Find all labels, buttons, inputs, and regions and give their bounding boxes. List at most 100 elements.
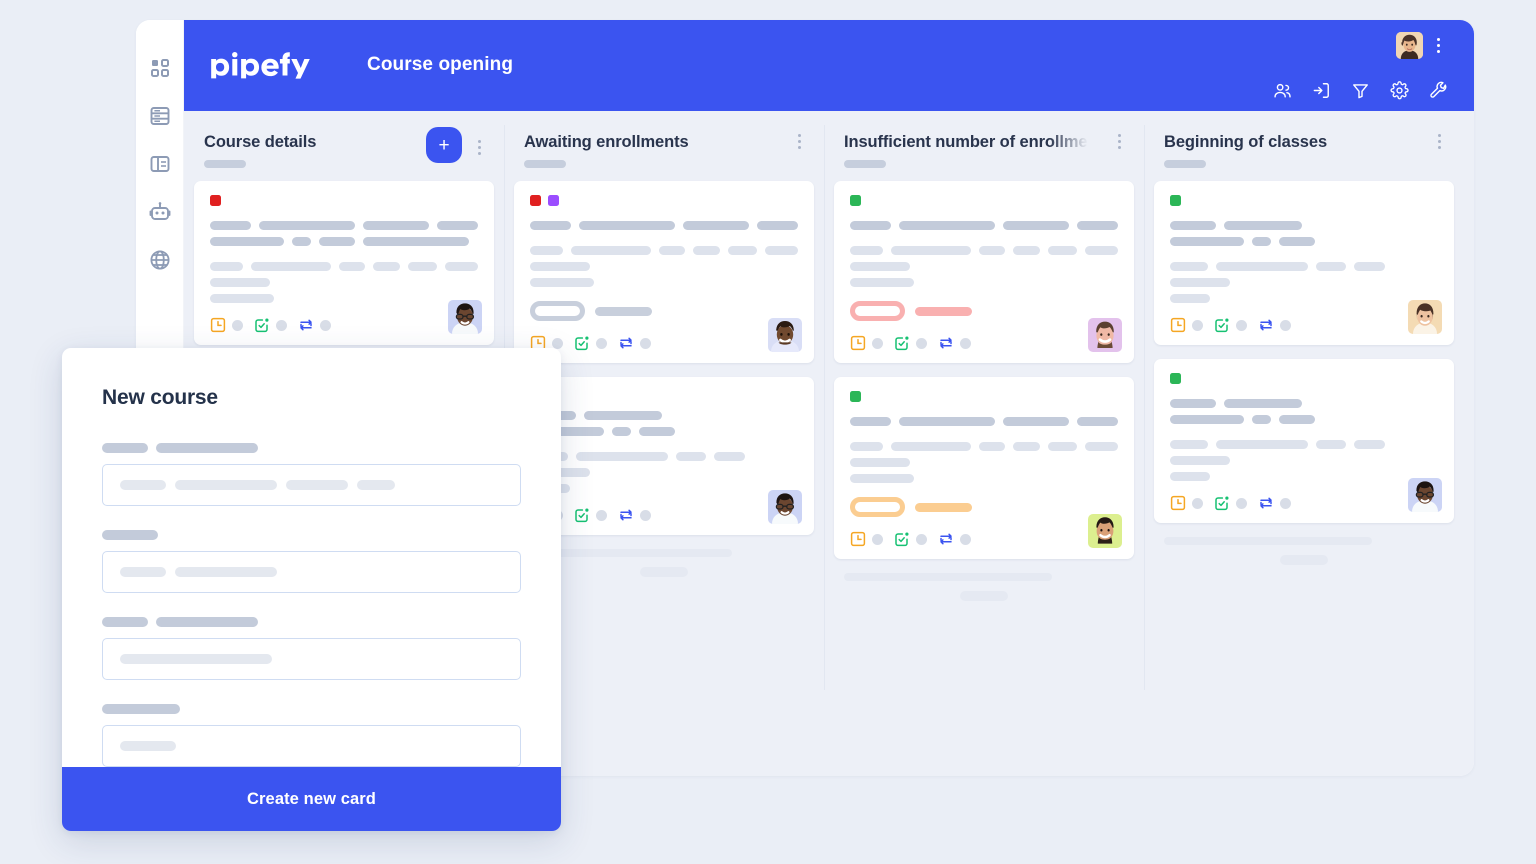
- avatar: [1088, 514, 1122, 548]
- checklist-icon: [1214, 495, 1230, 511]
- avatar: [768, 318, 802, 352]
- card-meta-skeleton: [232, 319, 243, 331]
- new-course-modal: New course Create new card: [62, 348, 561, 831]
- due-date-clock-icon: [1170, 495, 1186, 511]
- kanban-card[interactable]: [834, 377, 1134, 559]
- checklist-icon: [1214, 317, 1230, 333]
- kanban-card[interactable]: [834, 181, 1134, 363]
- members-icon[interactable]: [1273, 81, 1292, 100]
- checklist-icon: [574, 507, 590, 523]
- card-footer: [530, 335, 798, 351]
- label-chip-green: [850, 195, 861, 206]
- checklist-icon: [894, 335, 910, 351]
- field-label-skeleton: [102, 704, 521, 714]
- card-meta-skeleton: [960, 337, 971, 349]
- card-labels: [1170, 373, 1438, 384]
- avatar: [448, 300, 482, 334]
- card-footer: [850, 335, 1118, 351]
- column-title: Insufficient number of enrollme: [844, 133, 1088, 151]
- due-date-clock-icon: [1170, 317, 1186, 333]
- card-labels: [850, 391, 1118, 402]
- filter-icon[interactable]: [1351, 81, 1370, 100]
- card-badge: [850, 497, 1118, 517]
- checklist-icon: [254, 317, 270, 333]
- due-date-clock-icon: [850, 531, 866, 547]
- course-name-input[interactable]: [102, 464, 521, 506]
- label-chip-green: [1170, 373, 1181, 384]
- card-labels: [210, 195, 478, 206]
- column-bottom-skeleton: [1154, 537, 1454, 565]
- column-menu-button[interactable]: [792, 131, 806, 151]
- card-meta-skeleton: [960, 533, 971, 545]
- avatar[interactable]: [1396, 32, 1423, 59]
- topbar-tools: [1273, 81, 1448, 100]
- column-count-skeleton: [844, 160, 886, 168]
- label-chip-purple: [548, 195, 559, 206]
- card-footer: [1170, 495, 1438, 511]
- card-meta-skeleton: [1192, 319, 1203, 331]
- kanban-card[interactable]: [514, 181, 814, 363]
- connection-flow-icon: [1258, 317, 1274, 333]
- column-header: Insufficient number of enrollme: [834, 133, 1134, 181]
- column-count-skeleton: [204, 160, 246, 168]
- course-field-3-input[interactable]: [102, 638, 521, 680]
- form-field: [102, 617, 521, 680]
- card-meta-skeleton: [916, 533, 927, 545]
- field-label-skeleton: [102, 443, 521, 453]
- kanban-card[interactable]: [1154, 359, 1454, 523]
- label-chip-red: [210, 195, 221, 206]
- column-header: Awaiting enrollments: [514, 133, 814, 181]
- add-card-button[interactable]: +: [426, 127, 462, 163]
- column-menu-button[interactable]: [1432, 131, 1446, 151]
- database-icon[interactable]: [148, 104, 172, 128]
- pipefy-logo[interactable]: [210, 50, 325, 80]
- card-badge: [530, 301, 798, 321]
- label-chip-red: [530, 195, 541, 206]
- connection-flow-icon: [938, 531, 954, 547]
- create-new-card-button[interactable]: Create new card: [62, 767, 561, 831]
- form-field: [102, 530, 521, 593]
- avatar: [1088, 318, 1122, 352]
- gear-icon[interactable]: [1390, 81, 1409, 100]
- column-title: Course details: [204, 133, 317, 151]
- course-field-4-input[interactable]: [102, 725, 521, 767]
- column-bottom-skeleton: [834, 573, 1134, 601]
- column-title: Beginning of classes: [1164, 133, 1328, 151]
- connection-flow-icon: [618, 507, 634, 523]
- inbox-import-icon[interactable]: [1312, 81, 1331, 100]
- kanban-card[interactable]: [194, 181, 494, 345]
- robot-icon[interactable]: [148, 200, 172, 224]
- avatar: [768, 490, 802, 524]
- label-chip-green: [1170, 195, 1181, 206]
- card-meta-skeleton: [640, 509, 651, 521]
- card-labels: [530, 195, 798, 206]
- column-title: Awaiting enrollments: [524, 133, 689, 151]
- column-menu-button[interactable]: [1112, 131, 1126, 151]
- card-meta-skeleton: [276, 319, 287, 331]
- apps-grid-icon[interactable]: [148, 56, 172, 80]
- avatar: [1408, 300, 1442, 334]
- checklist-icon: [894, 531, 910, 547]
- card-labels: [1170, 195, 1438, 206]
- field-label-skeleton: [102, 530, 521, 540]
- card-meta-skeleton: [872, 337, 883, 349]
- kanban-card[interactable]: [1154, 181, 1454, 345]
- field-label-skeleton: [102, 617, 521, 627]
- column-count-skeleton: [524, 160, 566, 168]
- form-field: [102, 704, 521, 767]
- connection-flow-icon: [1258, 495, 1274, 511]
- form-field: [102, 443, 521, 506]
- brand-area: Course opening: [210, 50, 513, 80]
- column-menu-button[interactable]: [472, 137, 486, 157]
- card-meta-skeleton: [1280, 319, 1291, 331]
- wrench-icon[interactable]: [1429, 81, 1448, 100]
- card-badge: [850, 301, 1118, 321]
- layout-panel-icon[interactable]: [148, 152, 172, 176]
- page-title: Course opening: [367, 54, 514, 75]
- due-date-clock-icon: [850, 335, 866, 351]
- course-field-2-input[interactable]: [102, 551, 521, 593]
- board-menu-button[interactable]: [1430, 34, 1446, 56]
- card-meta-skeleton: [596, 337, 607, 349]
- globe-icon[interactable]: [148, 248, 172, 272]
- avatar: [1408, 478, 1442, 512]
